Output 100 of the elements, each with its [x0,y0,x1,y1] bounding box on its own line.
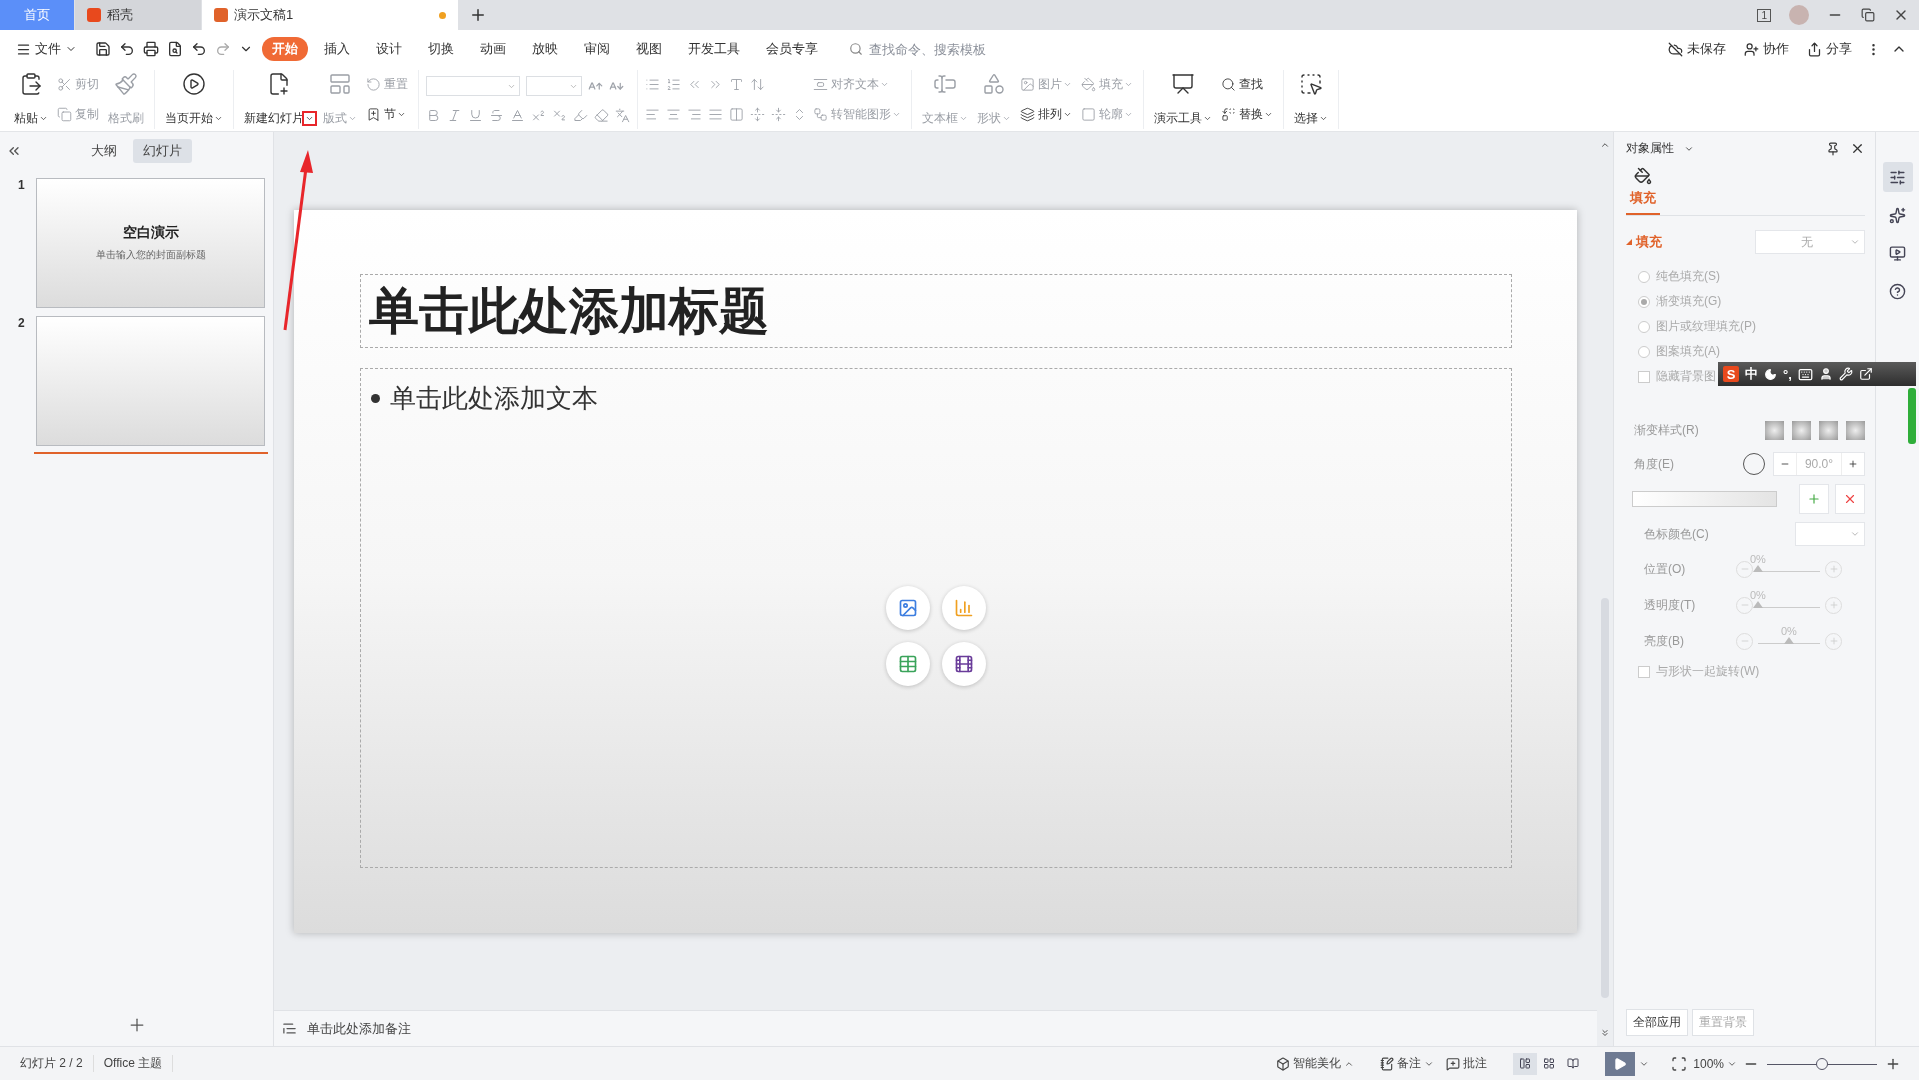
panel-tab[interactable]: 大纲 [81,139,127,163]
undo-icon[interactable] [191,41,207,57]
caret-icon [1850,529,1860,539]
ribbon-button[interactable]: 查找 [1218,75,1276,95]
view-button[interactable] [1513,1052,1538,1075]
add-stop-button[interactable] [1799,484,1829,514]
insert-chart-button[interactable] [942,585,986,630]
menu-tab[interactable]: 审阅 [574,37,620,61]
menu-tab[interactable]: 会员专享 [756,37,828,61]
copy-icon [57,106,72,122]
notes-button[interactable]: 备注 [1374,1055,1441,1072]
beautify-button[interactable]: 智能美化 [1270,1055,1361,1072]
notes-field[interactable]: 单击此处添加备注 [305,1020,605,1037]
notes-icon [282,1021,297,1036]
document-tab[interactable]: 稻壳 [75,0,201,30]
menu-tab[interactable]: 插入 [314,37,360,61]
keyboard-icon[interactable] [1797,366,1813,382]
document-tab[interactable]: 演示文稿1 [202,0,458,30]
insert-table-button[interactable] [886,641,930,686]
external-link-icon[interactable] [1858,367,1873,381]
field-label: 色标颜色(C) [1644,525,1710,543]
gradient-style-swatch[interactable] [1846,420,1865,440]
checkbox[interactable] [1638,370,1650,383]
ribbon-button[interactable]: 节 [363,104,411,124]
menu-tab[interactable]: 切换 [418,37,464,61]
image-icon [1020,77,1035,93]
toolbar-action[interactable]: 协作 [1740,38,1793,60]
fit-window-icon[interactable] [1671,1055,1688,1072]
thumbnail-title: 空白演示 [122,224,179,242]
gradient-bar[interactable] [1632,491,1777,507]
menu-icon [16,41,31,57]
ime-mode[interactable]: 中 [1745,365,1758,383]
gradient-style-swatch[interactable] [1792,420,1811,440]
window-count-badge[interactable]: 1 [1757,8,1771,22]
gradient-style-swatch[interactable] [1765,420,1784,440]
new-tab-icon[interactable] [469,6,487,24]
slide-thumbnail[interactable] [36,316,265,446]
panel-title[interactable]: 对象属性 [1626,140,1674,157]
radio-button[interactable] [1638,270,1650,283]
font-family-dropdown[interactable] [426,76,520,96]
ime-logo[interactable]: S [1723,366,1739,382]
play-button[interactable] [1605,1051,1636,1076]
file-menu[interactable]: 文件 [12,38,81,60]
font-size-dropdown[interactable] [526,76,582,96]
radio-button[interactable] [1638,345,1650,358]
redo-icon[interactable] [215,41,231,57]
ribbon-button[interactable]: 新建幻灯片 [241,70,317,129]
menu-tab[interactable]: 放映 [522,37,568,61]
sidebar-tab[interactable] [1882,162,1913,192]
slide-thumbnail[interactable]: 空白演示 单击输入您的封面副标题 [36,178,265,308]
restore-icon[interactable] [1861,8,1875,22]
ribbon-button[interactable]: 替换 [1218,104,1276,124]
ribbon-button[interactable]: 排列 [1017,104,1075,124]
next-slide-icon[interactable] [1600,1028,1610,1038]
menu-tab[interactable]: 视图 [626,37,672,61]
zoom-thumb[interactable] [1816,1057,1828,1070]
moon-icon[interactable] [1764,367,1777,381]
ribbon-button[interactable]: 当页开始 [162,70,226,129]
slider-thumb[interactable] [1753,601,1763,608]
scroll-up-icon[interactable] [1600,140,1610,150]
insert-video-button[interactable] [942,641,986,686]
color-dropdown[interactable] [1795,522,1865,546]
ribbon-button[interactable]: 选择 [1291,70,1331,129]
search-icon [1221,77,1236,93]
print-icon[interactable] [143,41,159,57]
close-icon[interactable] [1850,141,1865,156]
gradient-style-swatch[interactable] [1819,420,1838,440]
slide-body[interactable]: 单击此处添加文本 [360,368,1512,868]
menu-tab[interactable]: 设计 [366,37,412,61]
delete-stop-button[interactable] [1835,484,1865,514]
wrench-icon[interactable] [1838,367,1853,381]
pin-icon[interactable] [1826,141,1840,156]
film-icon [954,653,974,674]
ribbon-button[interactable]: 粘贴 [11,70,51,129]
comments-button[interactable]: 批注 [1440,1055,1494,1072]
radio-button[interactable] [1638,320,1650,333]
ribbon-button[interactable]: 演示工具 [1151,70,1215,129]
slider-thumb[interactable] [1753,565,1763,572]
slider-thumb[interactable] [1784,637,1794,644]
layers-icon [1020,106,1035,122]
print-preview-icon[interactable] [167,41,183,57]
checkbox[interactable] [1638,665,1650,678]
menu-tab[interactable]: 动画 [470,37,516,61]
panel-button[interactable]: 全部应用 [1626,1009,1688,1036]
select-icon [1299,72,1323,96]
user-icon[interactable] [1818,367,1833,381]
save-icon[interactable] [95,41,111,57]
menu-tab[interactable]: 开发工具 [678,37,750,61]
radio-button[interactable] [1638,295,1650,308]
zoom-dropdown[interactable]: 100% [1687,1056,1743,1071]
replace-icon [1221,106,1236,122]
panel-tab[interactable]: 幻灯片 [133,139,192,163]
plus-icon[interactable] [1848,458,1858,470]
search-field[interactable]: 查找命令、搜索模板 [849,40,1017,58]
punctuation-mode[interactable]: °, [1783,366,1792,382]
toolbar-action[interactable]: 分享 [1803,38,1856,60]
toolbar-action[interactable]: 未保存 [1664,38,1730,60]
insert-picture-button[interactable] [886,585,930,630]
slide-title[interactable]: 单击此处添加标题 [360,274,1512,348]
avatar[interactable] [1789,5,1809,25]
